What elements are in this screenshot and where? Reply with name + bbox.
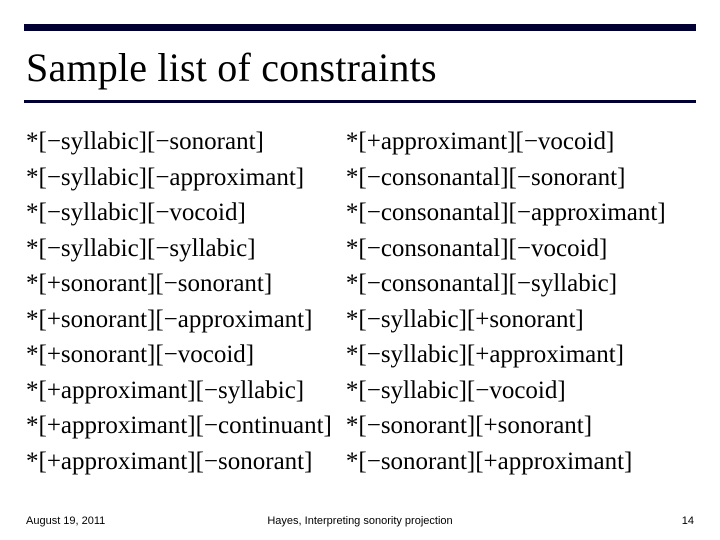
- footer-mid: Hayes, Interpreting sonority projection: [267, 515, 452, 527]
- constraint-item: *[+approximant][−syllabic]: [26, 373, 332, 409]
- constraint-item: *[+sonorant][−vocoid]: [26, 337, 332, 373]
- constraint-item: *[−syllabic][−syllabic]: [26, 231, 332, 267]
- slide: Sample list of constraints *[−syllabic][…: [0, 0, 720, 540]
- constraint-item: *[−sonorant][+sonorant]: [346, 408, 666, 444]
- constraint-item: *[+approximant][−vocoid]: [346, 124, 666, 160]
- constraint-item: *[−syllabic][−sonorant]: [26, 124, 332, 160]
- title-underline: [24, 100, 696, 103]
- constraint-item: *[−consonantal][−syllabic]: [346, 266, 666, 302]
- footer-date: August 19, 2011: [26, 515, 105, 527]
- constraint-item: *[−syllabic][−vocoid]: [26, 195, 332, 231]
- top-bar: [24, 24, 696, 31]
- left-column: *[−syllabic][−sonorant] *[−syllabic][−ap…: [26, 124, 332, 479]
- constraint-item: *[−consonantal][−sonorant]: [346, 160, 666, 196]
- constraint-item: *[+approximant][−sonorant]: [26, 444, 332, 480]
- constraint-item: *[−sonorant][+approximant]: [346, 444, 666, 480]
- constraint-item: *[+sonorant][−sonorant]: [26, 266, 332, 302]
- constraint-item: *[−syllabic][+sonorant]: [346, 302, 666, 338]
- slide-title: Sample list of constraints: [26, 44, 437, 91]
- constraint-item: *[−consonantal][−vocoid]: [346, 231, 666, 267]
- constraint-item: *[+approximant][−continuant]: [26, 408, 332, 444]
- footer-page: 14: [682, 515, 694, 527]
- right-column: *[+approximant][−vocoid] *[−consonantal]…: [346, 124, 666, 479]
- constraint-item: *[−syllabic][+approximant]: [346, 337, 666, 373]
- constraint-item: *[−syllabic][−vocoid]: [346, 373, 666, 409]
- constraint-item: *[+sonorant][−approximant]: [26, 302, 332, 338]
- content-area: *[−syllabic][−sonorant] *[−syllabic][−ap…: [26, 124, 694, 479]
- constraint-item: *[−consonantal][−approximant]: [346, 195, 666, 231]
- constraint-item: *[−syllabic][−approximant]: [26, 160, 332, 196]
